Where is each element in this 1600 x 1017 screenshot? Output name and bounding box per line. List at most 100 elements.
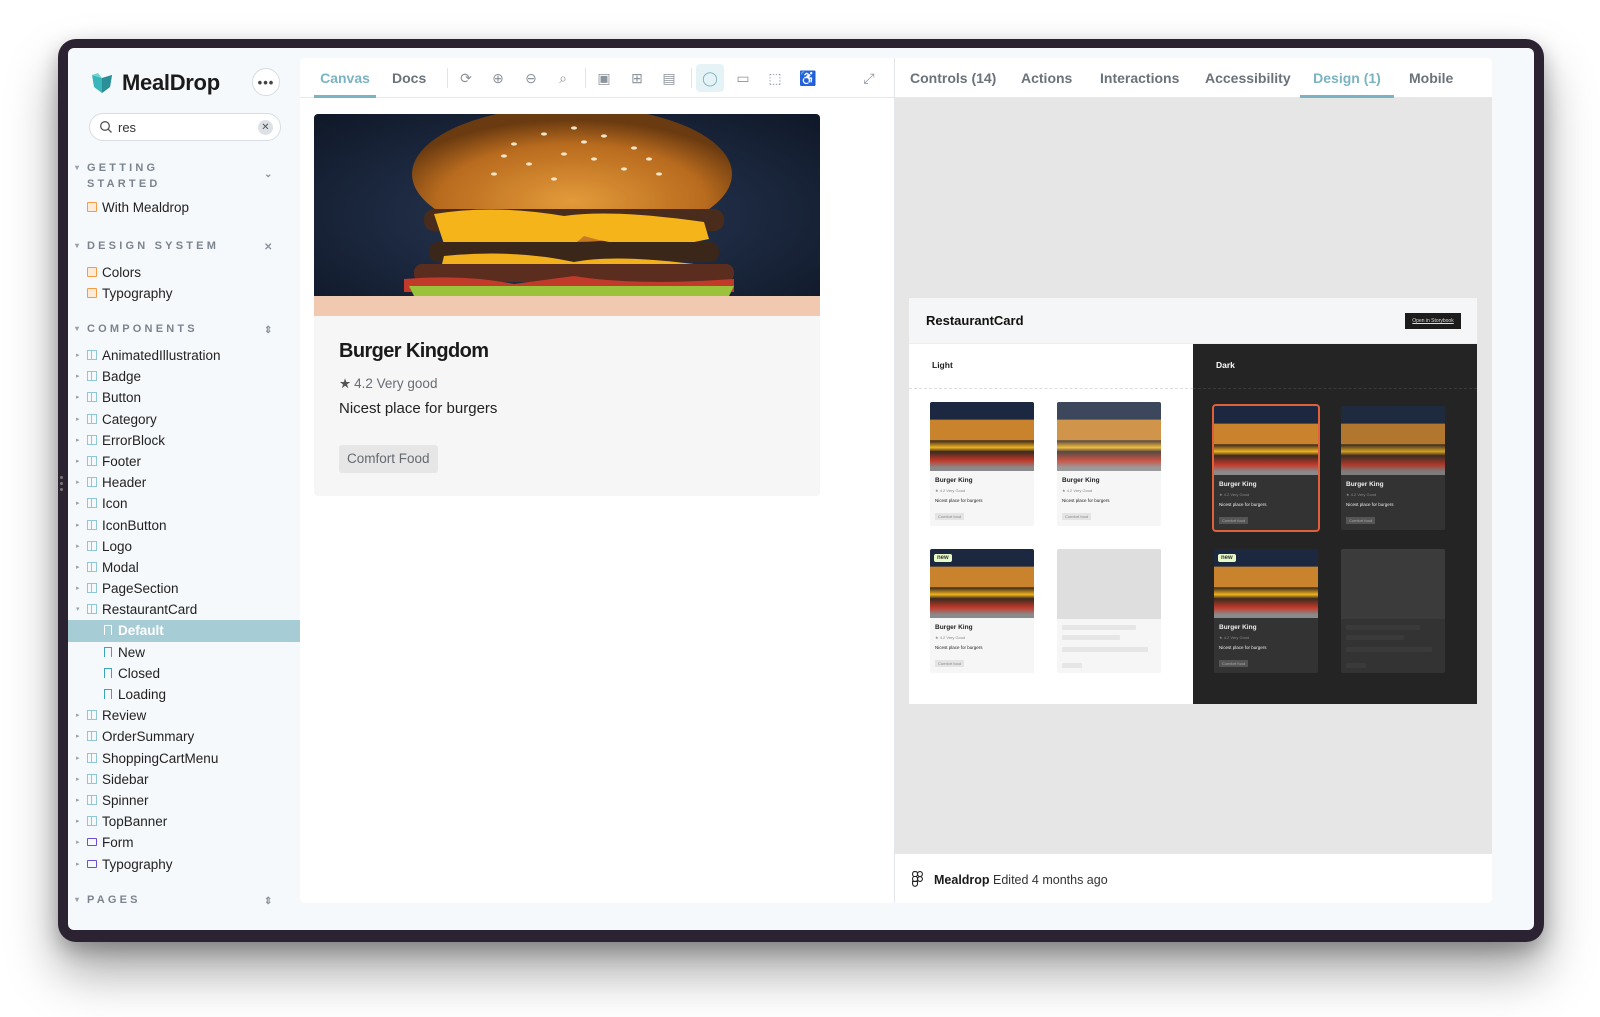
sidebar-item-label: RestaurantCard xyxy=(102,602,198,618)
story-item-default[interactable]: Default xyxy=(68,620,305,642)
tab-accessibility[interactable]: Accessibility xyxy=(1205,58,1291,98)
sidebar-item-component[interactable]: ▸ Sidebar xyxy=(68,769,305,790)
sidebar-item-component[interactable]: ▸ Category xyxy=(68,409,305,430)
caret-right-icon: ▸ xyxy=(76,521,80,529)
mini-rating: ★ 4.2 Very Good xyxy=(935,635,966,640)
skeleton-bar xyxy=(1346,647,1432,652)
frame-icon[interactable]: ⬚ xyxy=(767,70,783,86)
sidebar-resize-handle[interactable] xyxy=(60,476,64,500)
caret-right-icon: ▸ xyxy=(76,754,80,762)
viewport-icon[interactable]: ▤ xyxy=(661,70,677,86)
sidebar-item-with-mealdrop[interactable]: With Mealdrop xyxy=(68,197,305,218)
clear-search-icon[interactable]: ✕ xyxy=(258,120,273,135)
mini-rating: ★ 4.2 Very Good xyxy=(1219,635,1250,640)
story-label: Closed xyxy=(118,665,161,681)
search-input[interactable] xyxy=(118,119,248,135)
outline-icon[interactable]: ◯ xyxy=(696,64,724,92)
brand[interactable]: MealDrop xyxy=(90,70,220,96)
light-label: Light xyxy=(932,360,953,370)
component-icon xyxy=(87,773,97,784)
sidebar-item-typography[interactable]: Typography xyxy=(68,283,305,304)
sidebar-item-component[interactable]: ▸ IconButton xyxy=(68,515,305,536)
story-item-new[interactable]: New xyxy=(68,642,305,663)
tab-interactions[interactable]: Interactions xyxy=(1100,58,1179,98)
tab-controls[interactable]: Controls (14) xyxy=(910,58,996,98)
mini-title: Burger King xyxy=(1062,477,1100,484)
canvas-panel: Canvas Docs ⟳ ⊕ ⊖ ⌕ ▣ ⊞ ▤ ◯ ▭ ⬚ ♿ ⤢ Burg… xyxy=(300,58,894,903)
image-placeholder xyxy=(1341,549,1445,619)
section-header-design-system[interactable]: ▾ DESIGN SYSTEM ✕ xyxy=(68,238,305,254)
caret-right-icon: ▸ xyxy=(76,352,80,359)
skeleton-bar xyxy=(1346,625,1420,630)
figma-icon[interactable] xyxy=(912,871,923,887)
caret-right-icon: ▸ xyxy=(76,796,80,804)
section-components: ▾ COMPONENTS ⇕ ▸ AnimatedIllustration ▸ Ba… xyxy=(68,321,305,875)
open-in-storybook-button[interactable]: Open in Storybook xyxy=(1405,313,1461,329)
sidebar-item-component[interactable]: ▸ Header xyxy=(68,472,305,493)
section-header-components[interactable]: ▾ COMPONENTS ⇕ xyxy=(68,321,305,337)
section-header-pages[interactable]: ▾ PAGES ⇕ xyxy=(68,892,305,908)
sidebar-item-component[interactable]: ▸ Review xyxy=(68,705,305,726)
figma-file-name[interactable]: Mealdrop xyxy=(934,873,990,887)
section-header-getting-started[interactable]: ▾ GETTING STARTED ⌄ xyxy=(68,160,305,192)
sidebar-item-component[interactable]: ▸ AnimatedIllustration xyxy=(68,345,305,366)
sidebar-item-label: Footer xyxy=(102,453,142,469)
figma-embed[interactable]: RestaurantCard Open in Storybook Light B… xyxy=(909,298,1477,704)
zoom-out-icon[interactable]: ⊖ xyxy=(523,70,539,86)
sidebar-item-component[interactable]: ▸ Spinner xyxy=(68,790,305,811)
sidebar-item-component[interactable]: ▸ ShoppingCartMenu xyxy=(68,748,305,769)
sidebar-item-label: With Mealdrop xyxy=(102,200,190,215)
sidebar-menu-button[interactable]: ••• xyxy=(252,68,280,96)
skeleton-bar xyxy=(1346,635,1404,640)
sidebar-item-folder-form[interactable]: ▸ Form xyxy=(68,832,305,853)
sidebar-item-component[interactable]: ▸ ErrorBlock xyxy=(68,430,305,451)
collapse-icon[interactable]: ✕ xyxy=(264,240,272,256)
sidebar-item-label: Modal xyxy=(102,559,139,575)
story-item-closed[interactable]: Closed xyxy=(68,663,305,684)
tab-docs[interactable]: Docs xyxy=(392,58,426,98)
caret-right-icon: ▸ xyxy=(76,457,80,465)
sidebar-item-component[interactable]: ▸ Button xyxy=(68,387,305,408)
measure-icon[interactable]: ▭ xyxy=(735,70,751,86)
sidebar-item-restaurantcard[interactable]: ▾ RestaurantCard xyxy=(68,599,305,620)
caret-right-icon: ▸ xyxy=(76,415,80,423)
search-box: ✕ xyxy=(89,113,281,141)
tab-design[interactable]: Design (1) xyxy=(1300,58,1394,98)
sidebar-item-label: Badge xyxy=(102,369,142,385)
sidebar-item-component[interactable]: ▸ Footer xyxy=(68,451,305,472)
sidebar-item-label: Review xyxy=(102,708,147,724)
caret-down-icon: ▾ xyxy=(75,241,80,250)
mini-card-closed-dark: Burger King ★ 4.2 Very Good Nicest place… xyxy=(1341,406,1445,530)
sidebar-item-label: AnimatedIllustration xyxy=(102,348,221,363)
zoom-reset-icon[interactable]: ⌕ xyxy=(555,70,571,86)
reload-icon[interactable]: ⟳ xyxy=(458,70,474,86)
grid-icon[interactable]: ⊞ xyxy=(629,70,645,86)
sidebar: MealDrop ••• ✕ ▾ GETTING STARTED ⌄ With … xyxy=(68,48,305,930)
story-item-loading[interactable]: Loading xyxy=(68,684,305,705)
burger-thumbnail xyxy=(1214,406,1318,475)
tab-actions[interactable]: Actions xyxy=(1021,58,1072,98)
addon-panel: Controls (14) Actions Interactions Acces… xyxy=(894,58,1492,903)
sidebar-item-component[interactable]: ▸ OrderSummary xyxy=(68,726,305,747)
sidebar-item-component[interactable]: ▸ TopBanner xyxy=(68,811,305,832)
expand-collapse-icon[interactable]: ⇕ xyxy=(264,894,272,910)
collapse-icon[interactable]: ⌄ xyxy=(264,167,272,183)
tab-mobile[interactable]: Mobile xyxy=(1409,58,1453,98)
sidebar-item-folder-typography[interactable]: ▸ Typography xyxy=(68,854,305,875)
story-label: Default xyxy=(118,623,164,639)
restaurant-card[interactable]: Burger Kingdom ★ 4.2 Very good Nicest pla… xyxy=(314,114,820,496)
sidebar-item-component[interactable]: ▸ Badge xyxy=(68,366,305,387)
category-tag: Comfort Food xyxy=(339,445,438,473)
sidebar-item-component[interactable]: ▸ Logo xyxy=(68,536,305,557)
sidebar-item-component[interactable]: ▸ PageSection xyxy=(68,578,305,599)
mini-card-new: new Burger King ★ 4.2 Very Good Nicest p… xyxy=(930,549,1034,673)
tab-canvas[interactable]: Canvas xyxy=(314,58,376,98)
accessibility-icon[interactable]: ♿ xyxy=(799,70,816,86)
expand-collapse-icon[interactable]: ⇕ xyxy=(264,323,272,339)
zoom-in-icon[interactable]: ⊕ xyxy=(490,70,506,86)
background-icon[interactable]: ▣ xyxy=(596,70,612,86)
fullscreen-icon[interactable]: ⤢ xyxy=(861,70,877,86)
sidebar-item-component[interactable]: ▸ Icon xyxy=(68,493,305,514)
sidebar-item-colors[interactable]: Colors xyxy=(68,262,305,283)
sidebar-item-component[interactable]: ▸ Modal xyxy=(68,557,305,578)
